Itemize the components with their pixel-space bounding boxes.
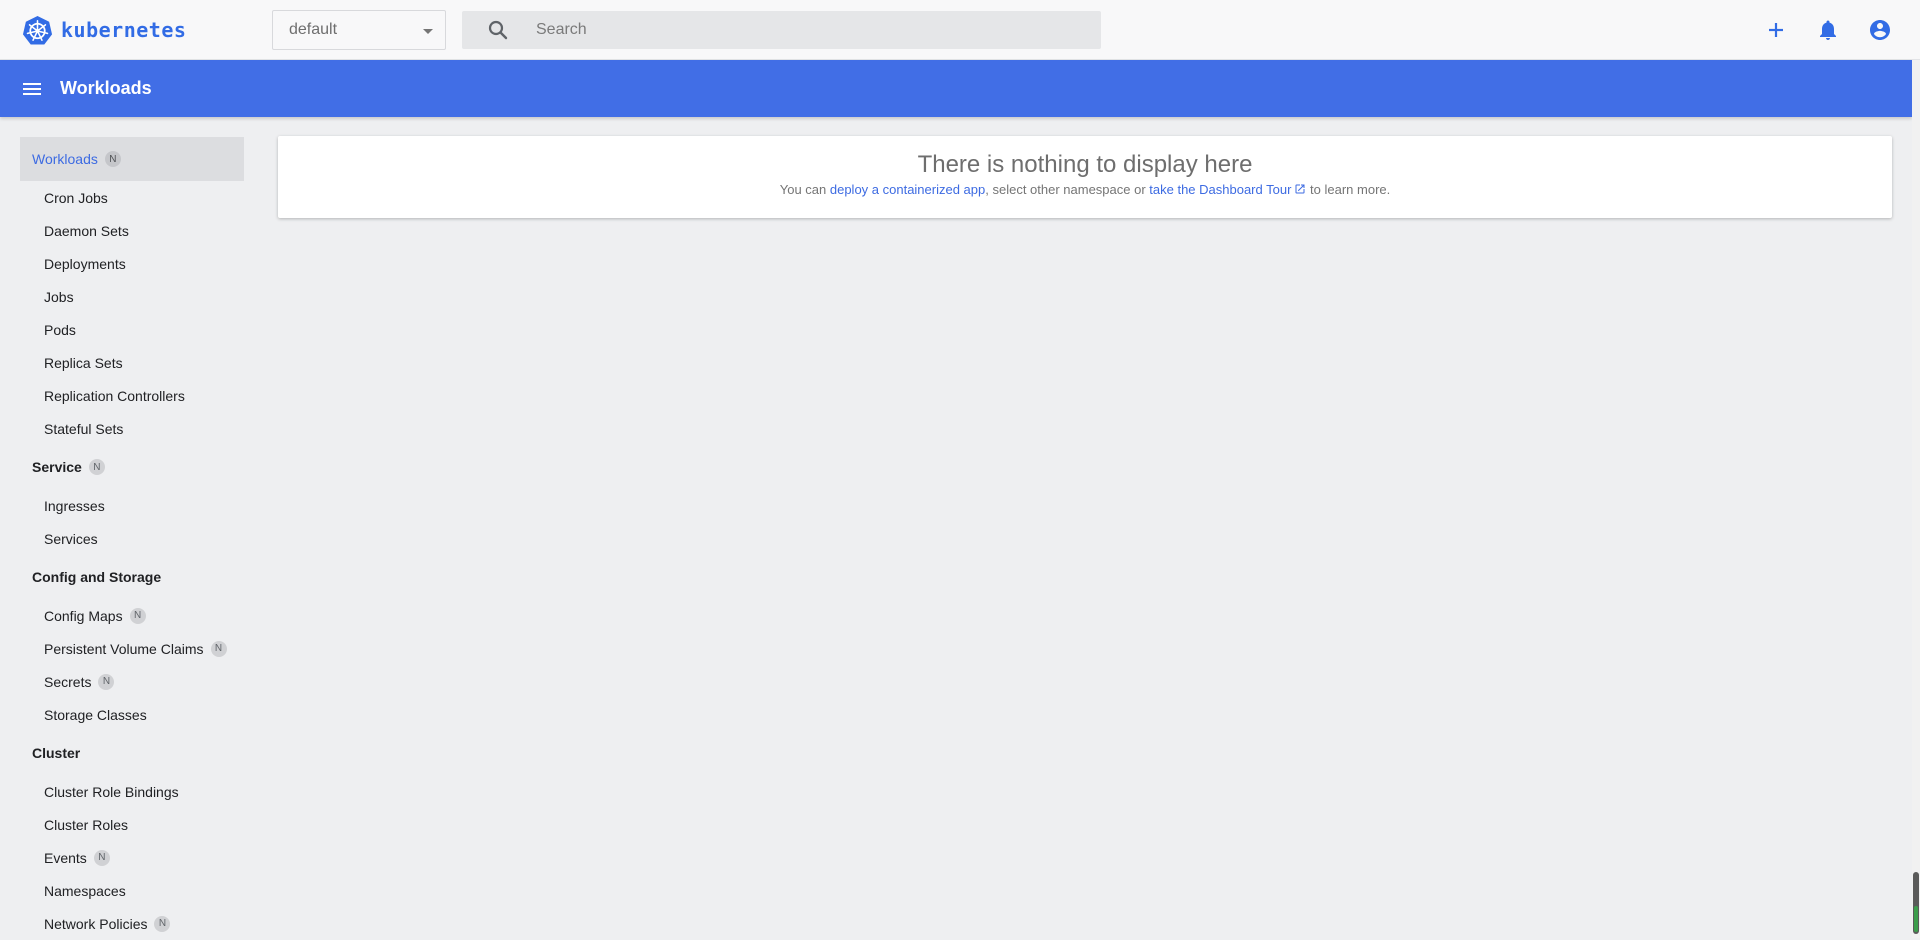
sidebar-item-label: Daemon Sets bbox=[44, 222, 129, 239]
sidebar-item-cluster-role-bindings[interactable]: Cluster Role Bindings bbox=[20, 775, 244, 808]
sidebar-section-label: Config and Storage bbox=[32, 569, 162, 585]
namespaced-badge: N bbox=[88, 459, 105, 475]
sidebar-section-label: Service bbox=[32, 459, 82, 475]
namespace-select[interactable]: default bbox=[272, 10, 446, 50]
sidebar-item-cluster-roles[interactable]: Cluster Roles bbox=[20, 808, 244, 841]
sidebar-section-label: Workloads bbox=[32, 151, 98, 167]
sidebar-item-label: Cluster Role Bindings bbox=[44, 783, 179, 800]
sidebar-item-ingresses[interactable]: Ingresses bbox=[20, 489, 244, 522]
namespaced-badge: N bbox=[129, 607, 146, 624]
sidebar-item-cron-jobs[interactable]: Cron Jobs bbox=[20, 181, 244, 214]
namespaced-badge: N bbox=[93, 849, 110, 866]
sidebar-item-label: Replication Controllers bbox=[44, 387, 185, 404]
search-input[interactable] bbox=[534, 20, 1074, 40]
dashboard-tour-link-label: take the Dashboard Tour bbox=[1149, 182, 1292, 198]
search-bar bbox=[462, 11, 1101, 49]
logo-text: kubernetes bbox=[61, 18, 187, 42]
namespace-select-value: default bbox=[289, 21, 338, 38]
sidebar-item-network-policies[interactable]: Network Policies N bbox=[20, 907, 244, 940]
sidebar-item-pods[interactable]: Pods bbox=[20, 313, 244, 346]
sidebar-item-replication-controllers[interactable]: Replication Controllers bbox=[20, 379, 244, 412]
page-title: Workloads bbox=[60, 78, 152, 98]
sidebar-item-replica-sets[interactable]: Replica Sets bbox=[20, 346, 244, 379]
chevron-down-icon bbox=[423, 29, 433, 34]
create-button[interactable] bbox=[1760, 14, 1792, 46]
sidebar-section-workloads[interactable]: Workloads N bbox=[20, 137, 244, 181]
sidebar-section-cluster[interactable]: Cluster bbox=[20, 731, 244, 775]
sidebar-item-deployments[interactable]: Deployments bbox=[20, 247, 244, 280]
account-circle-icon bbox=[1870, 20, 1890, 40]
sidebar-item-label: Config Maps bbox=[44, 607, 123, 624]
sidebar-item-daemon-sets[interactable]: Daemon Sets bbox=[20, 214, 244, 247]
top-bar: kubernetes default bbox=[0, 0, 1920, 60]
sidebar-item-events[interactable]: Events N bbox=[20, 841, 244, 874]
empty-state-card: There is nothing to display here You can… bbox=[278, 136, 1892, 218]
sidebar-item-stateful-sets[interactable]: Stateful Sets bbox=[20, 412, 244, 445]
sidebar-item-label: Cluster Roles bbox=[44, 816, 129, 833]
sidebar-item-secrets[interactable]: Secrets N bbox=[20, 665, 244, 698]
hamburger-menu-icon[interactable] bbox=[20, 77, 44, 101]
sidebar-item-label: Services bbox=[44, 530, 98, 547]
sidebar-section-service[interactable]: Service N bbox=[20, 445, 244, 489]
empty-state-text: You can deploy a containerized app, sele… bbox=[278, 182, 1892, 197]
external-link-icon bbox=[1295, 184, 1305, 194]
empty-state-text-prefix: You can bbox=[779, 182, 830, 198]
sidebar-item-label: Stateful Sets bbox=[44, 420, 124, 437]
top-actions bbox=[1740, 14, 1896, 46]
sidebar-section-config-storage[interactable]: Config and Storage bbox=[20, 555, 244, 599]
sidebar-item-label: Jobs bbox=[44, 288, 74, 305]
namespaced-badge: N bbox=[98, 673, 115, 690]
sidebar-item-label: Namespaces bbox=[44, 882, 126, 899]
sidebar-item-persistent-volume-claims[interactable]: Persistent Volume Claims N bbox=[20, 632, 244, 665]
scrollbar-thumb[interactable] bbox=[1913, 872, 1919, 934]
sidebar-item-namespaces[interactable]: Namespaces bbox=[20, 874, 244, 907]
sidebar-item-services[interactable]: Services bbox=[20, 522, 244, 555]
sidebar-item-jobs[interactable]: Jobs bbox=[20, 280, 244, 313]
sidebar-section-label: Cluster bbox=[32, 745, 81, 761]
sidebar-item-config-maps[interactable]: Config Maps N bbox=[20, 599, 244, 632]
sidebar-item-label: Pods bbox=[44, 321, 76, 338]
sidebar-item-label: Cron Jobs bbox=[44, 189, 108, 206]
notifications-button[interactable] bbox=[1812, 14, 1844, 46]
sidebar-nav: Workloads N Cron Jobs Daemon Sets Deploy… bbox=[20, 137, 244, 940]
sidebar-item-label: Ingresses bbox=[44, 497, 105, 514]
sidebar-item-label: Secrets bbox=[44, 673, 92, 690]
deploy-app-link[interactable]: deploy a containerized app bbox=[830, 182, 985, 197]
sidebar-item-label: Replica Sets bbox=[44, 354, 123, 371]
sidebar-item-label: Storage Classes bbox=[44, 706, 147, 723]
sidebar-item-storage-classes[interactable]: Storage Classes bbox=[20, 698, 244, 731]
empty-state-title: There is nothing to display here bbox=[917, 151, 1253, 178]
sidebar-item-label: Persistent Volume Claims bbox=[44, 640, 204, 657]
empty-state-text-middle: , select other namespace or bbox=[985, 182, 1150, 198]
sidebar-item-label: Network Policies bbox=[44, 915, 148, 932]
sidebar-item-label: Deployments bbox=[44, 255, 126, 272]
kubernetes-wheel-icon bbox=[22, 15, 53, 45]
bell-icon bbox=[1820, 20, 1836, 40]
empty-state-text-suffix: to learn more. bbox=[1306, 182, 1391, 198]
page-scrollbar[interactable] bbox=[1912, 60, 1920, 938]
dashboard-tour-link[interactable]: take the Dashboard Tour bbox=[1149, 182, 1306, 197]
namespaced-badge: N bbox=[210, 640, 227, 657]
search-icon[interactable] bbox=[486, 18, 510, 42]
account-button[interactable] bbox=[1864, 14, 1896, 46]
kubernetes-logo[interactable]: kubernetes bbox=[22, 14, 186, 46]
namespaced-badge: N bbox=[154, 915, 171, 932]
sidebar-item-label: Events bbox=[44, 849, 87, 866]
plus-icon bbox=[1769, 23, 1783, 37]
namespaced-badge: N bbox=[104, 151, 121, 167]
page-title-bar: Workloads bbox=[0, 60, 1912, 117]
